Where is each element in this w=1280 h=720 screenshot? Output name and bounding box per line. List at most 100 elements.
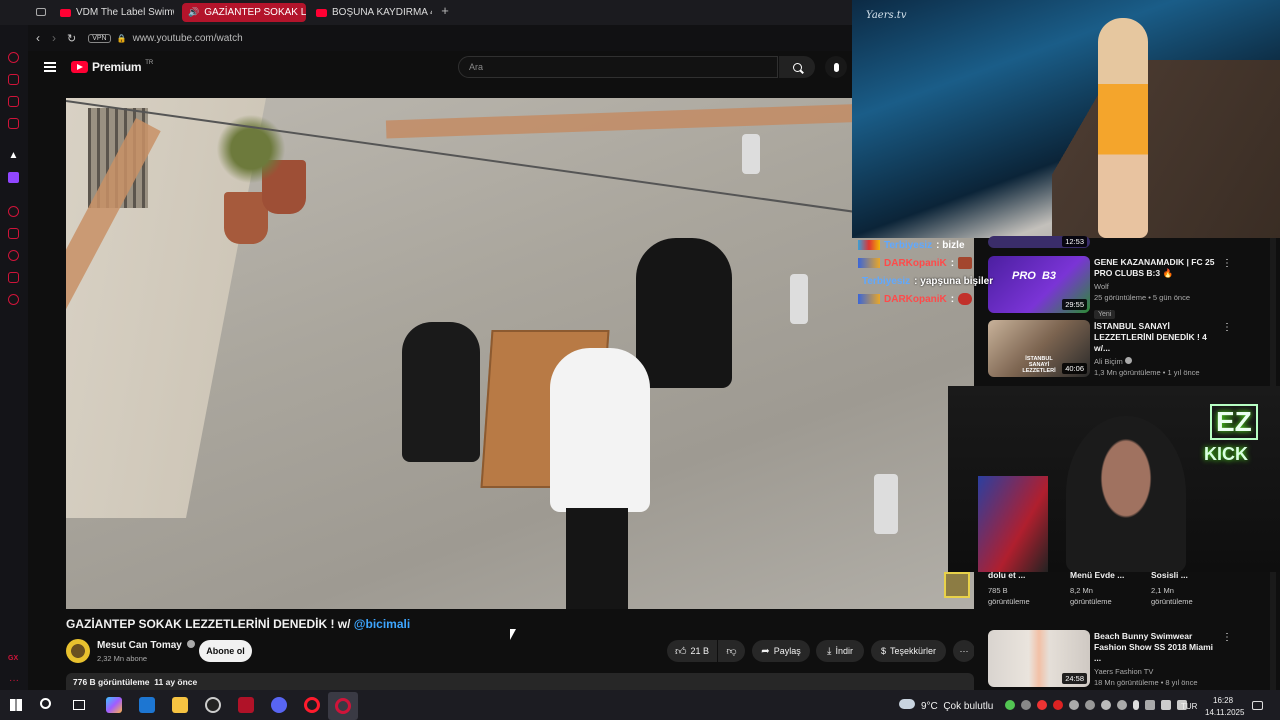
- more-icon[interactable]: ⋮: [1222, 322, 1232, 333]
- reload-icon[interactable]: ↻: [67, 32, 76, 45]
- channel-avatar[interactable]: [66, 639, 90, 663]
- player-icon[interactable]: [8, 206, 19, 217]
- tab-label: BOŞUNA KAYDIRMA 44/: [332, 7, 432, 18]
- chat-badge-icon: [858, 258, 880, 268]
- youtube-logo[interactable]: Premium TR: [71, 60, 153, 74]
- list-item[interactable]: İSTANBUL SANAYİ LEZZETLERİNİ DENEDİK ! 4…: [1094, 321, 1220, 378]
- tray-app-icon[interactable]: [1069, 700, 1079, 710]
- thanks-icon: $: [880, 646, 886, 656]
- workspace-icon[interactable]: [36, 8, 46, 16]
- thanks-button[interactable]: $ Teşekkürler: [871, 640, 946, 662]
- subscribe-button[interactable]: Abone ol: [199, 640, 252, 662]
- task-view-icon[interactable]: [73, 700, 85, 710]
- browser-tab-bar: VDM The Label Swimwea 🔊 GAZİANTEP SOKAK …: [0, 0, 852, 25]
- tray-icons[interactable]: [1005, 700, 1187, 710]
- tray-app-icon[interactable]: [1053, 700, 1063, 710]
- url-field[interactable]: www.youtube.com/watch: [133, 33, 243, 44]
- video-editor-icon[interactable]: [238, 697, 254, 713]
- weather-text[interactable]: 9°C Çok bulutlu: [921, 701, 993, 712]
- search-icon[interactable]: [40, 698, 51, 709]
- chat-username: DARKopaniK: [884, 257, 947, 269]
- list-item[interactable]: GENE KAZANAMADIK | FC 25 PRO CLUBS B:3 🔥…: [1094, 257, 1220, 321]
- short-item[interactable]: dolu et ... 785 B görüntüleme: [988, 570, 1062, 607]
- settings-icon[interactable]: [8, 294, 19, 305]
- dislike-button[interactable]: 👎︎: [718, 640, 745, 662]
- twitch-icon[interactable]: [8, 172, 19, 183]
- obs-icon[interactable]: [205, 697, 221, 713]
- bookmark-icon[interactable]: [8, 228, 19, 239]
- tab-vdm[interactable]: VDM The Label Swimwea: [54, 3, 174, 22]
- runway-watermark: Yaers.tv: [866, 10, 907, 21]
- search-button[interactable]: [779, 56, 815, 78]
- video-duration: 40:06: [1062, 363, 1087, 374]
- clock-time[interactable]: 16:28: [1213, 696, 1233, 705]
- bag-icon[interactable]: [8, 74, 19, 85]
- microphone-icon[interactable]: [1133, 700, 1139, 710]
- instagram-icon[interactable]: [8, 118, 19, 129]
- video-thumbnail[interactable]: 12:53: [988, 236, 1090, 248]
- menu-icon[interactable]: [44, 62, 56, 72]
- forward-icon[interactable]: ›: [52, 31, 56, 45]
- search-box[interactable]: Ara: [458, 56, 778, 78]
- pinboard-icon[interactable]: [8, 272, 19, 283]
- start-icon[interactable]: [10, 699, 22, 711]
- file-explorer-icon[interactable]: [172, 697, 188, 713]
- gx-icon[interactable]: GX: [8, 655, 18, 662]
- weather-icon[interactable]: [899, 699, 915, 709]
- waiter: [550, 348, 650, 512]
- description-box[interactable]: 776 B görüntüleme 11 ay önce: [66, 673, 974, 690]
- mention-link[interactable]: @bicimali: [354, 617, 410, 631]
- opera-sidebar: ▲ GX ···: [0, 0, 28, 690]
- like-button[interactable]: 👍︎ 21 B: [667, 640, 717, 662]
- tray-app-icon[interactable]: [1005, 700, 1015, 710]
- short-item[interactable]: Sosisli ... 2,1 Mn görüntüleme: [1151, 570, 1225, 607]
- short-views: 785 B: [988, 586, 1008, 595]
- tray-app-icon[interactable]: [1101, 700, 1111, 710]
- copilot-icon[interactable]: [106, 697, 122, 713]
- notification-icon[interactable]: [1252, 701, 1263, 710]
- network-icon[interactable]: [1161, 700, 1171, 710]
- back-icon[interactable]: ‹: [36, 31, 40, 45]
- video-meta: 1,3 Mn görüntüleme • 1 yıl önce: [1094, 368, 1200, 377]
- chat-badge-icon: [858, 294, 880, 304]
- history-icon[interactable]: [8, 250, 19, 261]
- waiter-legs: [566, 508, 628, 609]
- tab-bosuna[interactable]: BOŞUNA KAYDIRMA 44/: [310, 3, 432, 22]
- clock-date[interactable]: 14.11.2025: [1205, 708, 1244, 717]
- thanks-label: Teşekkürler: [890, 646, 937, 656]
- runway-video-overlay: Yaers.tv: [852, 0, 1280, 238]
- messenger-icon[interactable]: [8, 96, 19, 107]
- thumbnail-text: İSTANBUL SANAYİ LEZZETLERİ: [1022, 356, 1056, 374]
- short-item[interactable]: Menü Evde ... 8,2 Mn görüntüleme: [1070, 570, 1144, 607]
- cursor-app-icon[interactable]: ▲: [8, 150, 19, 161]
- video-thumbnail[interactable]: PRO B3 29:55: [988, 256, 1090, 313]
- chat-username: Terbiyesiz: [862, 275, 911, 287]
- tray-app-icon[interactable]: [1037, 700, 1047, 710]
- share-button[interactable]: ➦ Paylaş: [752, 640, 810, 662]
- video-thumbnail[interactable]: İSTANBUL SANAYİ LEZZETLERİ 40:06: [988, 320, 1090, 377]
- more-icon[interactable]: ⋮: [1222, 258, 1232, 269]
- opera-icon[interactable]: [304, 697, 320, 713]
- voice-search-button[interactable]: [825, 56, 847, 78]
- opera-ai-icon[interactable]: [8, 52, 19, 63]
- more-actions-button[interactable]: ···: [953, 640, 975, 662]
- discord-icon[interactable]: [271, 697, 287, 713]
- channel-name[interactable]: Mesut Can Tomay: [97, 640, 195, 651]
- tray-app-icon[interactable]: [1117, 700, 1127, 710]
- video-thumbnail[interactable]: 24:58: [988, 630, 1090, 687]
- more-icon[interactable]: ···: [9, 675, 19, 686]
- tray-app-icon[interactable]: [1085, 700, 1095, 710]
- tab-gaziantep[interactable]: 🔊 GAZİANTEP SOKAK L: [182, 3, 306, 22]
- opera-gx-taskbar-button[interactable]: [328, 692, 358, 720]
- more-icon[interactable]: ⋮: [1222, 632, 1232, 643]
- download-button[interactable]: ⤓ İndir: [816, 640, 864, 662]
- new-tab-button[interactable]: +: [438, 4, 452, 18]
- tray-app-icon[interactable]: [1145, 700, 1155, 710]
- list-item[interactable]: Beach Bunny Swimwear Fashion Show SS 201…: [1094, 631, 1220, 688]
- video-player[interactable]: [66, 98, 974, 609]
- language-indicator[interactable]: TUR: [1181, 702, 1197, 711]
- mail-icon[interactable]: [139, 697, 155, 713]
- tray-app-icon[interactable]: [1021, 700, 1031, 710]
- country-badge: TR: [145, 60, 154, 66]
- vpn-badge[interactable]: VPN: [88, 33, 111, 43]
